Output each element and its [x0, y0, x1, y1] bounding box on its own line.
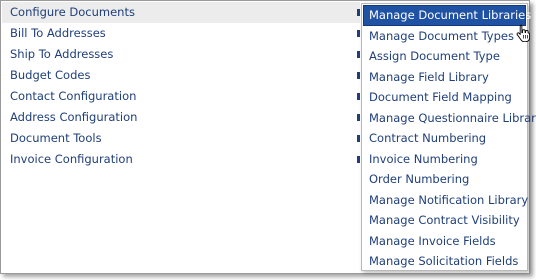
submenu-item-document-field-mapping[interactable]: Document Field Mapping [362, 87, 527, 108]
submenu-item-manage-invoice-fields[interactable]: Manage Invoice Fields [362, 231, 527, 252]
submenu-item-manage-solicitation-fields[interactable]: Manage Solicitation Fields [362, 251, 527, 272]
menu-item-label: Invoice Configuration [10, 152, 133, 166]
submenu-item-manage-questionnaire-library[interactable]: Manage Questionnaire Library [362, 108, 536, 129]
submenu-item-manage-field-library[interactable]: Manage Field Library [362, 67, 527, 88]
main-menu: Configure Documents Bill To Addresses Sh… [2, 2, 360, 170]
menu-item-configure-documents[interactable]: Configure Documents [2, 2, 360, 23]
submenu-item-invoice-numbering[interactable]: Invoice Numbering [362, 149, 527, 170]
submenu-item-manage-contract-visibility[interactable]: Manage Contract Visibility [362, 210, 527, 231]
submenu-arrow-icon [357, 156, 360, 163]
hand-pointer-icon [516, 24, 530, 42]
menu-item-ship-to-addresses[interactable]: Ship To Addresses [2, 44, 360, 65]
submenu-item-manage-document-libraries[interactable]: Manage Document Libraries [363, 5, 531, 26]
submenu-arrow-icon [357, 93, 360, 100]
menu-item-bill-to-addresses[interactable]: Bill To Addresses [2, 23, 360, 44]
configure-documents-submenu: Manage Document Libraries Manage Documen… [361, 3, 536, 272]
submenu-item-assign-document-type[interactable]: Assign Document Type [362, 46, 527, 67]
menu-item-budget-codes[interactable]: Budget Codes [2, 65, 360, 86]
submenu-item-order-numbering[interactable]: Order Numbering [362, 169, 527, 190]
menu-item-address-configuration[interactable]: Address Configuration [2, 107, 360, 128]
menu-item-contact-configuration[interactable]: Contact Configuration [2, 86, 360, 107]
submenu-arrow-icon [357, 30, 360, 37]
menu-frame: Configure Documents Bill To Addresses Sh… [0, 0, 536, 274]
submenu-item-contract-numbering[interactable]: Contract Numbering [362, 128, 527, 149]
submenu-item-manage-notification-library[interactable]: Manage Notification Library [362, 190, 528, 211]
submenu-arrow-icon [357, 72, 360, 79]
menu-item-invoice-configuration[interactable]: Invoice Configuration [2, 149, 360, 170]
menu-item-document-tools[interactable]: Document Tools [2, 128, 360, 149]
submenu-arrow-icon [357, 9, 360, 16]
submenu-item-manage-document-types[interactable]: Manage Document Types [362, 26, 527, 47]
menu-item-label: Budget Codes [10, 68, 91, 82]
menu-item-label: Configure Documents [10, 5, 135, 19]
submenu-arrow-icon [357, 51, 360, 58]
submenu-arrow-icon [357, 135, 360, 142]
menu-item-label: Contact Configuration [10, 89, 137, 103]
menu-item-label: Ship To Addresses [10, 47, 114, 61]
menu-item-label: Document Tools [10, 131, 102, 145]
menu-item-label: Bill To Addresses [10, 26, 106, 40]
submenu-arrow-icon [357, 114, 360, 121]
menu-item-label: Address Configuration [10, 110, 138, 124]
